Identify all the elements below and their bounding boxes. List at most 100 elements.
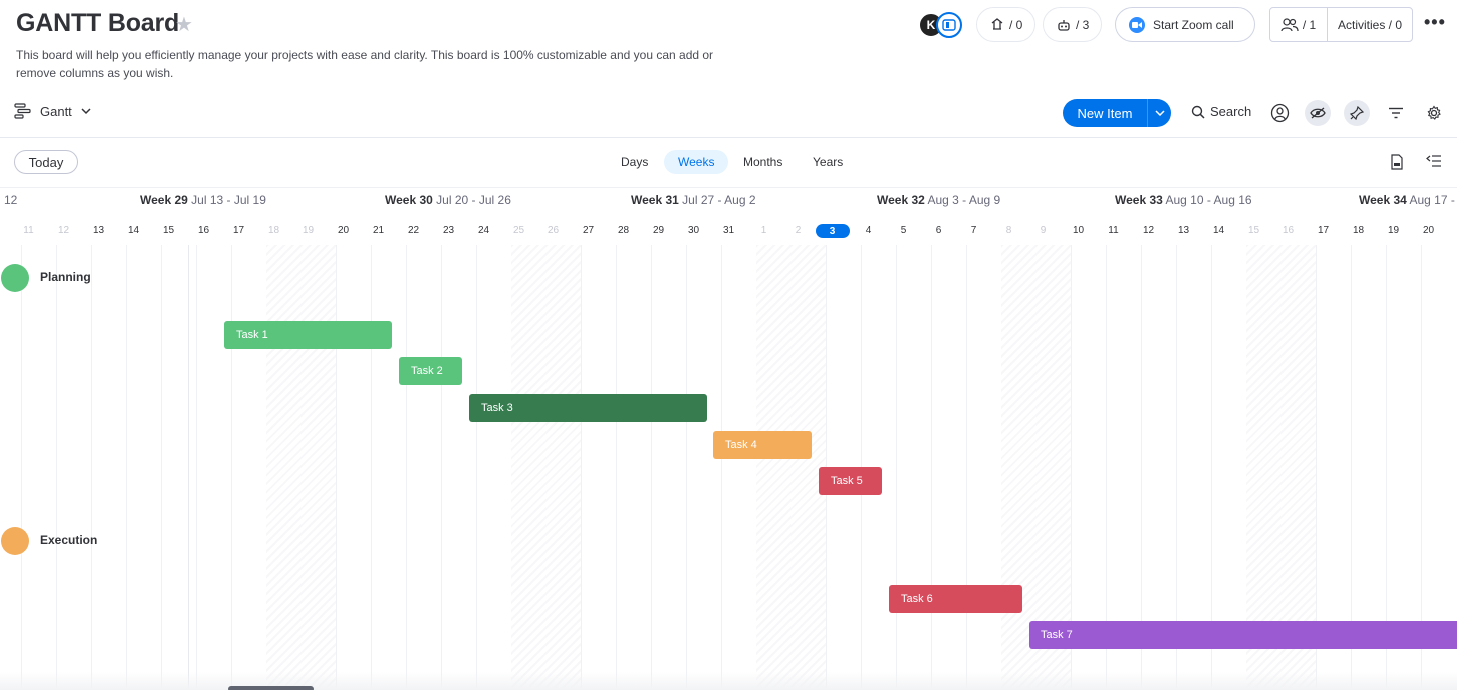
day-gridline	[931, 245, 932, 690]
week-header: Week 30 Jul 20 - Jul 26	[385, 193, 511, 207]
favorite-star-icon[interactable]: ★	[175, 12, 193, 37]
day-label: 9	[1040, 225, 1047, 236]
day-label: 17	[1317, 225, 1330, 236]
week-range: Jul 27 - Aug 2	[682, 193, 756, 207]
day-label: 19	[302, 225, 315, 236]
members-button[interactable]: / 1	[1270, 8, 1328, 41]
week-header: Week 34 Aug 17 -	[1359, 193, 1455, 207]
next-task-bar-peek[interactable]	[228, 686, 314, 690]
new-item-button[interactable]: New Item	[1063, 99, 1171, 127]
task-bar-5[interactable]: Task 5	[819, 467, 882, 495]
task-bar-4[interactable]: Task 4	[713, 431, 812, 459]
week-number: Week 33	[1115, 193, 1163, 207]
day-label: 17	[232, 225, 245, 236]
day-gridline	[21, 245, 22, 690]
day-label: 15	[162, 225, 175, 236]
day-gridline	[161, 245, 162, 690]
settings-gear-icon[interactable]	[1421, 100, 1447, 126]
updates-icon	[991, 17, 1003, 30]
day-label: 20	[337, 225, 350, 236]
week-header: Week 31 Jul 27 - Aug 2	[631, 193, 756, 207]
day-label: 2	[795, 225, 802, 236]
task-bar-2[interactable]: Task 2	[399, 357, 462, 385]
day-label: 8	[1005, 225, 1012, 236]
day-label: 29	[652, 225, 665, 236]
hide-eye-icon[interactable]	[1305, 100, 1331, 126]
today-button[interactable]: Today	[14, 150, 78, 174]
week-number: Week 29	[140, 193, 188, 207]
day-gridline	[91, 245, 92, 690]
day-label: 28	[617, 225, 630, 236]
day-label: 19	[1387, 225, 1400, 236]
board-title[interactable]: GANTT Board	[16, 9, 179, 38]
day-gridline	[476, 245, 477, 690]
toolbar-divider	[0, 137, 1457, 138]
new-item-dropdown-chevron-icon[interactable]	[1147, 99, 1171, 127]
task-bar-6[interactable]: Task 6	[889, 585, 1022, 613]
gantt-view-icon	[14, 103, 31, 119]
board-description: This board will help you efficiently man…	[16, 48, 714, 80]
updates-count: / 0	[1009, 17, 1023, 32]
scale-months-button[interactable]: Months	[729, 150, 796, 174]
group-planning-dot[interactable]	[1, 264, 29, 292]
view-label: Gantt	[40, 103, 72, 119]
scale-days-button[interactable]: Days	[607, 150, 662, 174]
week-range: Aug 3 - Aug 9	[927, 193, 1001, 207]
day-gridline	[686, 245, 687, 690]
activities-button[interactable]: Activities / 0	[1328, 18, 1412, 32]
search-button[interactable]: Search	[1191, 104, 1251, 119]
day-label: 22	[407, 225, 420, 236]
zoom-icon	[1129, 16, 1145, 33]
week-range: Aug 17 -	[1409, 193, 1455, 207]
task-bar-1[interactable]: Task 1	[224, 321, 392, 349]
week-header-fragment: 12	[4, 193, 18, 207]
day-label: 4	[865, 225, 872, 236]
day-gridline	[126, 245, 127, 690]
guest-avatar-icon[interactable]	[936, 12, 962, 38]
group-execution-dot[interactable]	[1, 527, 29, 555]
week-header: Week 32 Aug 3 - Aug 9	[877, 193, 1000, 207]
today-day-marker: 3	[815, 224, 850, 238]
person-filter-icon[interactable]	[1267, 100, 1293, 126]
pin-icon[interactable]	[1344, 100, 1370, 126]
new-item-label: New Item	[1077, 105, 1133, 121]
day-gridline	[336, 245, 337, 690]
weekend-column	[266, 245, 301, 690]
task-bar-7[interactable]: Task 7	[1029, 621, 1457, 649]
day-label: 5	[900, 225, 907, 236]
group-execution-name[interactable]: Execution	[40, 533, 97, 547]
chevron-down-icon	[81, 108, 91, 115]
scroll-fade	[0, 672, 1457, 690]
scale-years-button[interactable]: Years	[799, 150, 857, 174]
export-file-icon[interactable]	[1390, 154, 1404, 175]
people-icon	[1281, 17, 1299, 31]
integrations-count: / 3	[1076, 17, 1090, 32]
day-label: 7	[970, 225, 977, 236]
scale-weeks-button[interactable]: Weeks	[664, 150, 729, 174]
week-range: Jul 13 - Jul 19	[191, 193, 266, 207]
group-planning-name[interactable]: Planning	[40, 270, 91, 284]
board-owners[interactable]: K	[918, 12, 964, 38]
filter-icon[interactable]	[1383, 100, 1409, 126]
day-label: 27	[582, 225, 595, 236]
search-icon	[1191, 105, 1205, 119]
week-number: Week 34	[1359, 193, 1407, 207]
members-count: / 1	[1302, 17, 1317, 32]
day-label: 21	[372, 225, 385, 236]
day-label: 13	[92, 225, 105, 236]
more-options-icon[interactable]: •••	[1424, 12, 1446, 33]
task-bar-3[interactable]: Task 3	[469, 394, 707, 422]
view-selector[interactable]: Gantt	[14, 103, 92, 119]
week-range: Jul 20 - Jul 26	[436, 193, 511, 207]
week-number: Week 31	[631, 193, 679, 207]
day-label: 16	[1282, 225, 1295, 236]
day-gridline	[616, 245, 617, 690]
day-label: 11	[1108, 225, 1119, 236]
collapse-list-icon[interactable]	[1426, 154, 1442, 173]
day-label: 18	[267, 225, 280, 236]
start-zoom-call-button[interactable]: Start Zoom call	[1115, 7, 1255, 42]
day-label: 23	[442, 225, 455, 236]
integrations-button[interactable]: / 3	[1043, 7, 1103, 42]
zoom-label: Start Zoom call	[1153, 17, 1234, 32]
updates-button[interactable]: / 0	[976, 7, 1036, 42]
